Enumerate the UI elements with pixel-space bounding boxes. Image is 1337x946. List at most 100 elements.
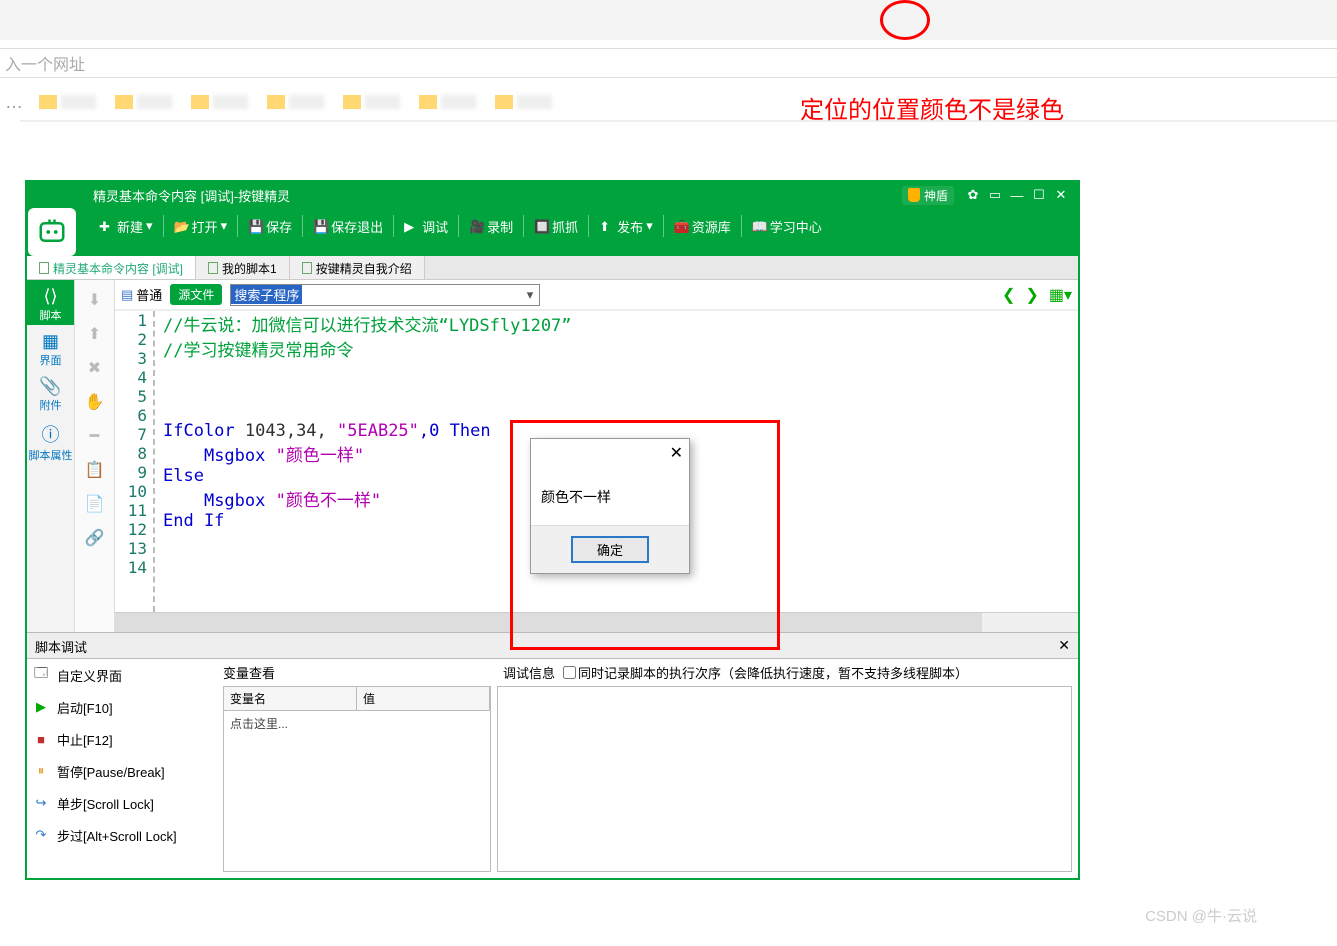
bookmarks-ellipsis: … [5, 92, 23, 113]
bookmark-item[interactable] [115, 90, 175, 114]
stepover-icon: ↷ [33, 827, 49, 843]
down-icon[interactable]: ⬇ [82, 288, 108, 314]
restore-icon[interactable]: ▭ [984, 187, 1006, 203]
shield-icon [908, 188, 920, 202]
bookmark-item[interactable] [343, 90, 403, 114]
publish-icon: ⬆ [599, 219, 613, 233]
panel-close-icon[interactable]: ✕ [1058, 637, 1070, 654]
document-tabs: 精灵基本命令内容 [调试] 我的脚本1 按键精灵自我介绍 [27, 256, 1078, 280]
browser-tab-bar [0, 0, 1337, 40]
folder-icon: 📂 [174, 219, 188, 233]
tab-script1[interactable]: 精灵基本命令内容 [调试] [27, 256, 196, 280]
doc-icon [39, 262, 49, 274]
bookmark-item[interactable] [419, 90, 479, 114]
sidebar-item-script[interactable]: ⟨⟩脚本 [27, 280, 74, 325]
publish-button[interactable]: ⬆发布▾ [591, 208, 661, 244]
shendun-badge[interactable]: 神盾 [902, 186, 954, 205]
pause-row[interactable]: ⏸暂停[Pause/Break] [27, 755, 217, 787]
play-icon: ▶ [404, 219, 418, 233]
sidebar-item-prop[interactable]: ⓘ脚本属性 [27, 415, 74, 465]
address-bar[interactable]: 入一个网址 [0, 48, 1337, 78]
msgbox-text: 颜色不一样 [531, 467, 689, 525]
capture-button[interactable]: 🔲抓抓 [526, 208, 586, 244]
link-icon[interactable]: 🔗 [82, 526, 108, 552]
grid-icon[interactable]: ▦▾ [1049, 285, 1072, 305]
close-icon[interactable]: ✕ [1050, 187, 1072, 203]
view-plain[interactable]: ▤普通 [121, 285, 162, 304]
debug-output[interactable] [497, 686, 1072, 872]
custom-ui-row[interactable]: 🗔自定义界面 [27, 659, 217, 691]
resource-button[interactable]: 🧰资源库 [666, 208, 739, 244]
divider-icon: ━ [82, 424, 108, 450]
settings-icon[interactable]: ✿ [962, 187, 984, 203]
var-watch-title: 变量查看 [217, 659, 497, 686]
minimize-icon[interactable]: — [1006, 188, 1028, 203]
debug-button[interactable]: ▶调试 [396, 208, 456, 244]
step-icon: ↪ [33, 795, 49, 811]
search-subroutine[interactable]: 搜索子程序 ▾ [230, 284, 540, 306]
bookmark-item[interactable] [495, 90, 555, 114]
editor-toolbar: ▤普通 源文件 搜索子程序 ▾ ❮ ❯ ▦▾ [115, 280, 1078, 310]
watermark: CSDN @牛·云说 [1145, 905, 1257, 926]
info-icon: ⓘ [27, 421, 74, 447]
msgbox-close-icon[interactable]: ✕ [670, 443, 683, 463]
tab-script2[interactable]: 我的脚本1 [196, 256, 290, 280]
dropdown-icon[interactable]: ▾ [521, 287, 540, 303]
resource-icon: 🧰 [674, 219, 688, 233]
paste-icon[interactable]: 📋 [82, 458, 108, 484]
stop-row[interactable]: ■中止[F12] [27, 723, 217, 755]
maximize-icon[interactable]: ☐ [1028, 187, 1050, 203]
bookmarks-bar: … [0, 82, 1337, 122]
capture-icon: 🔲 [534, 219, 548, 233]
code-icon: ⟨⟩ [27, 286, 74, 307]
copy-icon[interactable]: 📄 [82, 492, 108, 518]
nav-next-icon[interactable]: ❯ [1025, 285, 1038, 305]
hand-icon[interactable]: ✋ [82, 390, 108, 416]
variable-watch: 变量查看 变量名 值 点击这里... [217, 659, 497, 878]
debug-info-label: 调试信息 [503, 663, 555, 682]
view-source[interactable]: 源文件 [170, 284, 222, 305]
bookmark-item[interactable] [39, 90, 99, 114]
record-button[interactable]: 🎥录制 [461, 208, 521, 244]
line-gutter: 1234567891011121314 [115, 311, 155, 612]
save-button[interactable]: 💾保存 [240, 208, 300, 244]
record-exec-checkbox[interactable]: 同时记录脚本的执行次序（会降低执行速度，暂不支持多线程脚本） [561, 663, 968, 682]
nav-prev-icon[interactable]: ❮ [1002, 285, 1015, 305]
var-table[interactable]: 变量名 值 点击这里... [223, 686, 491, 872]
msgbox-ok-button[interactable]: 确定 [571, 536, 649, 563]
sidebar-item-ui[interactable]: ▦界面 [27, 325, 74, 370]
window-title: 精灵基本命令内容 [调试]-按键精灵 [93, 186, 290, 205]
tab-script3[interactable]: 按键精灵自我介绍 [290, 256, 425, 280]
learn-button[interactable]: 📖学习中心 [744, 208, 830, 244]
window-icon: 🗔 [33, 664, 49, 686]
col-var-value: 值 [357, 687, 490, 710]
plus-icon: ✚ [99, 219, 113, 233]
toolbar: ✚新建▾ 📂打开▾ 💾保存 💾保存退出 ▶调试 🎥录制 🔲抓抓 ⬆发布▾ 🧰资源… [87, 208, 1078, 244]
new-button[interactable]: ✚新建▾ [91, 208, 161, 244]
up-icon[interactable]: ⬆ [82, 322, 108, 348]
col-var-name: 变量名 [224, 687, 357, 710]
sidebar-item-attach[interactable]: 📎附件 [27, 370, 74, 415]
debug-info: 调试信息 同时记录脚本的执行次序（会降低执行速度，暂不支持多线程脚本） [497, 659, 1078, 878]
horizontal-scrollbar[interactable] [115, 612, 1078, 632]
save-icon: 💾 [248, 219, 262, 233]
bookmark-item[interactable] [191, 90, 251, 114]
step-row[interactable]: ↪单步[Scroll Lock] [27, 787, 217, 819]
sidebar: ⟨⟩脚本 ▦界面 📎附件 ⓘ脚本属性 [27, 280, 75, 632]
stop-icon: ■ [33, 732, 49, 747]
save-exit-button[interactable]: 💾保存退出 [305, 208, 391, 244]
bookmark-item[interactable] [267, 90, 327, 114]
open-button[interactable]: 📂打开▾ [166, 208, 236, 244]
annotation-circle [880, 0, 930, 40]
app-logo [28, 208, 76, 256]
message-box: ✕ 颜色不一样 确定 [530, 438, 690, 574]
var-placeholder[interactable]: 点击这里... [224, 711, 490, 736]
attach-icon: 📎 [27, 376, 74, 397]
stepover-row[interactable]: ↷步过[Alt+Scroll Lock] [27, 819, 217, 851]
delete-icon[interactable]: ✖ [82, 356, 108, 382]
doc-icon [302, 262, 312, 274]
debug-panel: 🗔自定义界面 ▶启动[F10] ■中止[F12] ⏸暂停[Pause/Break… [27, 658, 1078, 878]
save-exit-icon: 💾 [313, 219, 327, 233]
doc-icon [208, 262, 218, 274]
start-row[interactable]: ▶启动[F10] [27, 691, 217, 723]
